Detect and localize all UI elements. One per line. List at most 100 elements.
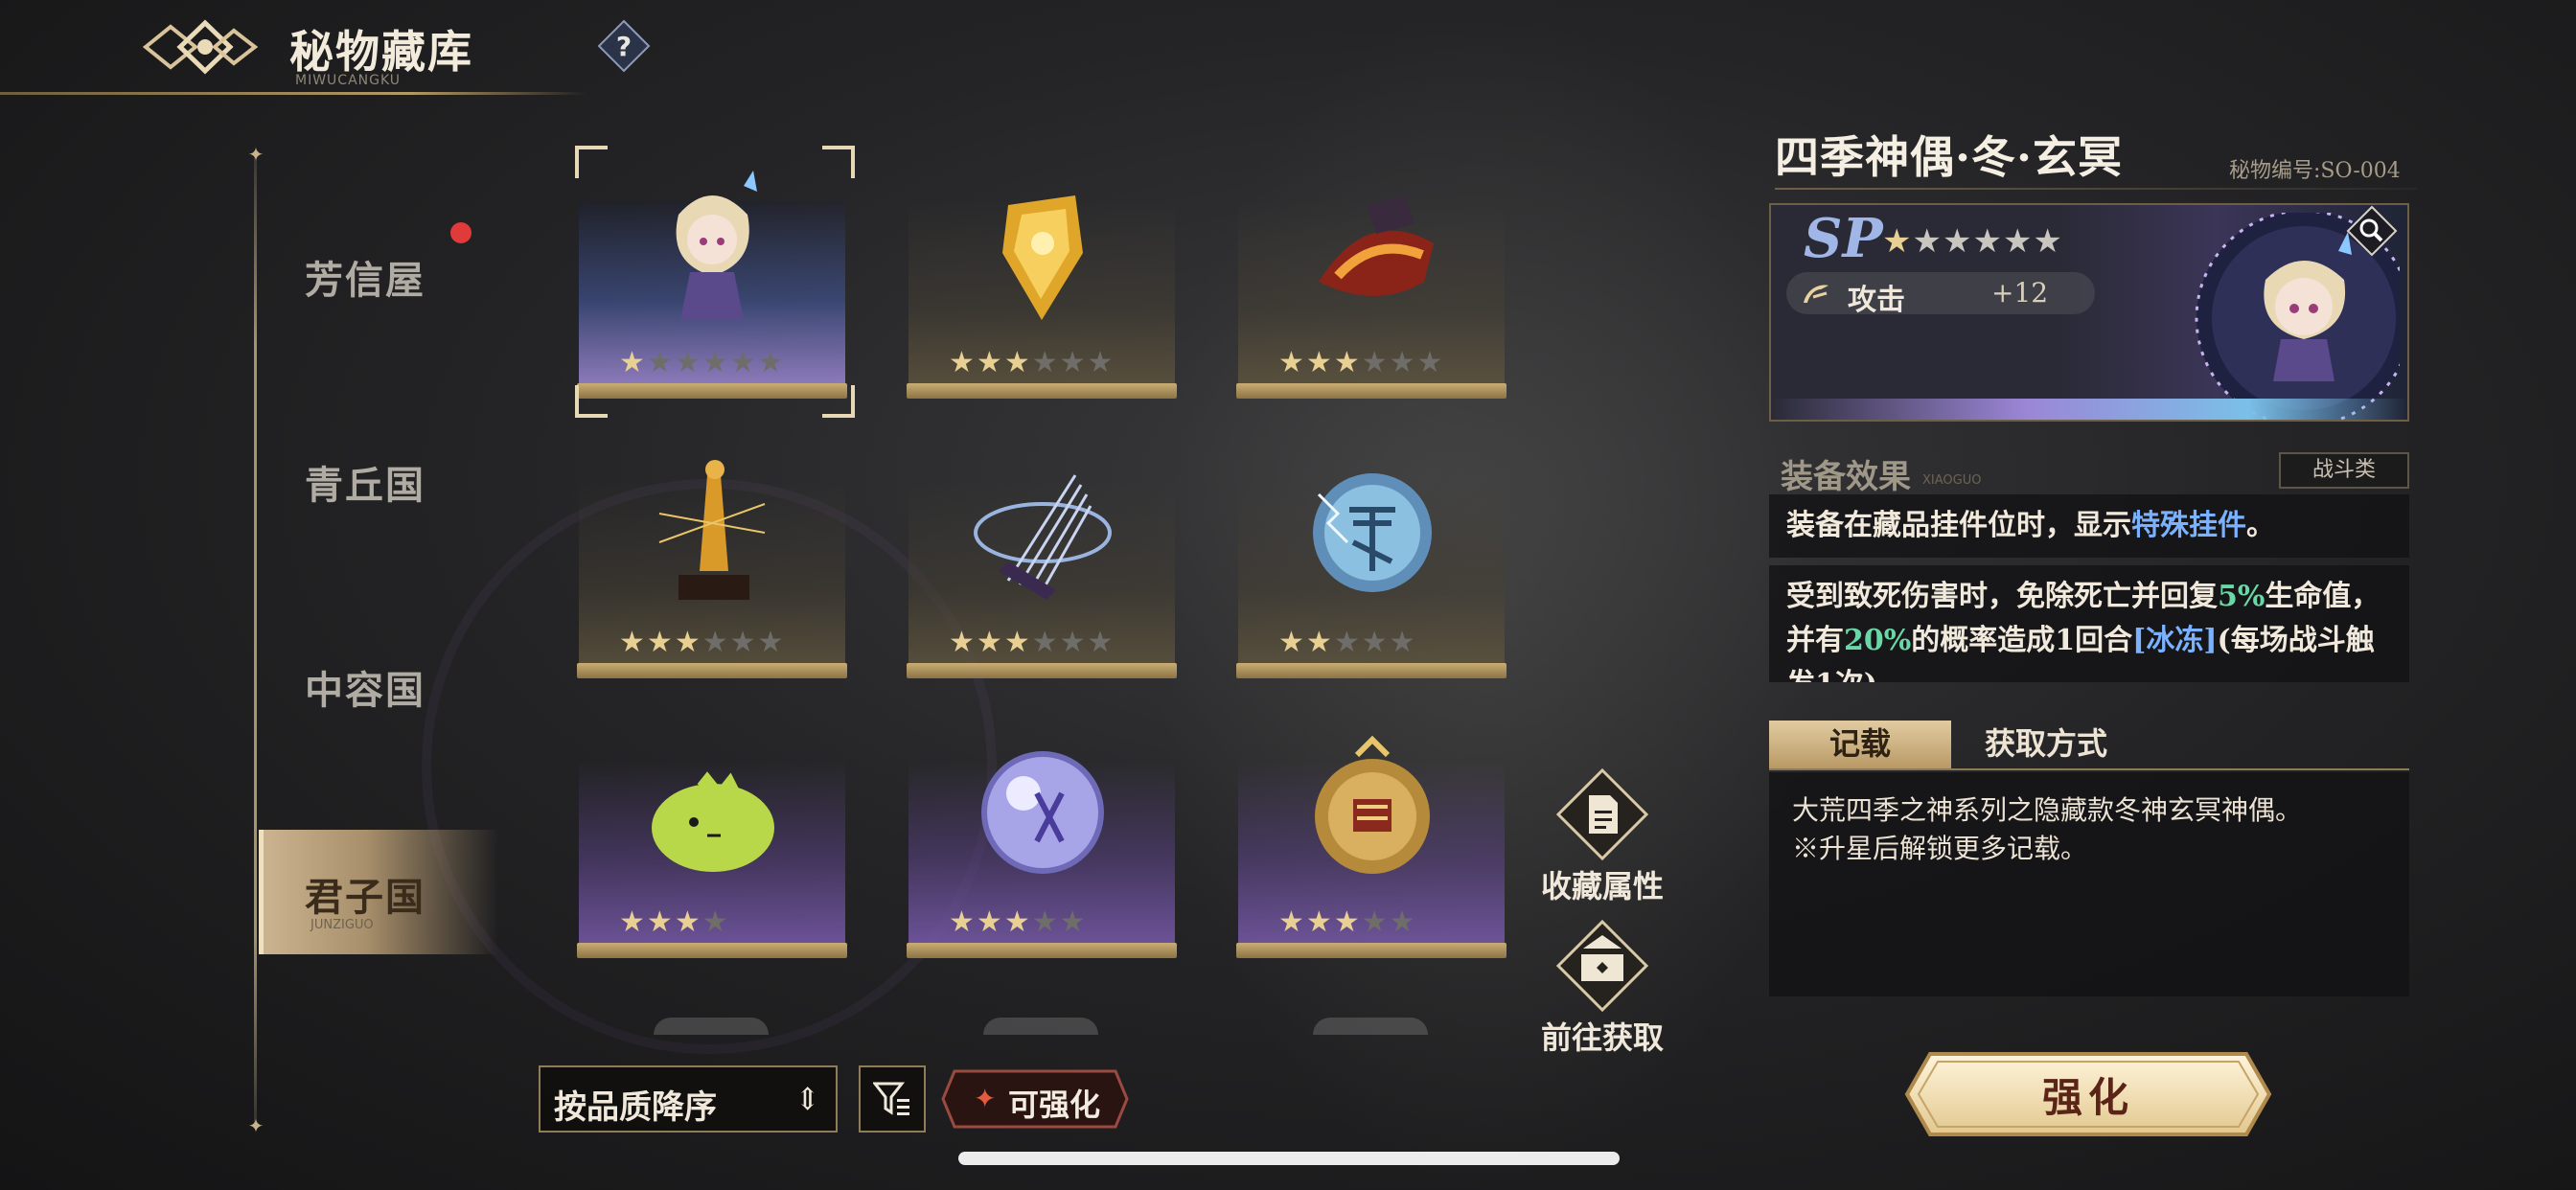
- upgrade-label: 强化: [2041, 1074, 2134, 1121]
- star-icon: ★: [2002, 222, 2034, 261]
- upgradable-label: 可强化: [1008, 1087, 1101, 1123]
- star-icon: ★: [1031, 905, 1060, 939]
- star-icon: ★: [674, 626, 702, 659]
- star-icon: ★: [1059, 905, 1088, 939]
- star-icon: ★: [1361, 346, 1390, 379]
- collection-item-fire-gauntlet[interactable]: ★★★★★★: [1236, 148, 1506, 399]
- collection-item-golden-medallion[interactable]: ★★★★★: [1236, 707, 1506, 958]
- tab-acquire[interactable]: 获取方式: [1955, 721, 2137, 768]
- stat-attack: 攻击 +12: [1786, 272, 2095, 317]
- crystal-ball-image: [981, 751, 1104, 874]
- collection-item-thunder-orb[interactable]: ★★★★★: [1236, 427, 1506, 678]
- star-icon: ★: [646, 626, 675, 659]
- record-line-1: 大荒四季之神系列之隐藏款冬神玄冥神偶。: [1792, 794, 2303, 826]
- star-icon: ★: [1003, 626, 1032, 659]
- nav-item-zhongrongguo[interactable]: 中容国: [259, 623, 498, 747]
- collection-item-amber-crystal[interactable]: ★★★★★★: [907, 148, 1177, 399]
- star-icon: ★: [976, 346, 1004, 379]
- golden-medallion-image: [1315, 735, 1430, 874]
- nav-item-label: 中容国: [305, 668, 426, 713]
- nav-item-label: 青丘国: [305, 463, 426, 508]
- effect-subheading: XIAOGUO: [1922, 473, 1982, 488]
- acquire-label: 前往获取: [1540, 1019, 1664, 1056]
- nav-item-qingqiuguo[interactable]: 青丘国: [259, 418, 498, 542]
- star-icon: ★: [1031, 346, 1060, 379]
- effect-text-1: 装备在藏品挂件位时，显示特殊挂件。: [1786, 509, 2275, 542]
- help-button[interactable]: ?: [597, 19, 651, 73]
- star-icon: ★: [1882, 222, 1913, 261]
- upgradable-filter-toggle[interactable]: ✦ 可强化: [941, 1069, 1129, 1129]
- nav-rail: [254, 153, 257, 1129]
- attributes-label: 收藏属性: [1540, 868, 1664, 904]
- record-line-2: ※升星后解锁更多记载。: [1792, 833, 2088, 864]
- sort-label: 按品质降序: [554, 1088, 717, 1127]
- item-stars: ★★★★★★: [1882, 222, 2063, 261]
- sort-arrow-icon: ⇕: [794, 1081, 820, 1117]
- effect-box-1: 装备在藏品挂件位时，显示特殊挂件。: [1769, 494, 2409, 558]
- item-stars: ★★★★★: [1278, 908, 1417, 937]
- collection-item-lyre-harp[interactable]: ★★★★★★: [907, 427, 1177, 678]
- star-icon: ★: [1031, 626, 1060, 659]
- page-subtitle: MIWUCANGKU: [295, 73, 402, 88]
- star-icon: ★: [949, 905, 977, 939]
- star-icon: ★: [949, 626, 977, 659]
- collection-item-crystal-ball[interactable]: ★★★★★: [907, 707, 1177, 958]
- item-stars: ★★★★★★: [619, 629, 785, 657]
- collection-item-partial[interactable]: [654, 1018, 769, 1035]
- nav-item-label: 芳信屋: [305, 258, 426, 303]
- acquire-button[interactable]: 前往获取: [1535, 918, 1669, 1062]
- item-stars: ★★★★★: [1278, 629, 1417, 657]
- upgrade-button[interactable]: 强化: [1903, 1048, 2273, 1140]
- star-icon: ★: [1912, 222, 1943, 261]
- item-shelf: [1236, 383, 1506, 399]
- attributes-button[interactable]: 收藏属性: [1535, 767, 1669, 910]
- nav-rail-bottom-ornament: ✦: [247, 1114, 264, 1137]
- star-icon: ★: [1333, 346, 1362, 379]
- item-shelf: [907, 943, 1177, 958]
- rank-badge: SP: [1804, 207, 1883, 270]
- card-glow: [1771, 399, 2407, 420]
- star-icon: ★: [1305, 346, 1334, 379]
- item-title: 四季神偶·冬·玄冥: [1775, 131, 2124, 183]
- effect-heading: 装备效果: [1781, 458, 1911, 496]
- star-icon: ★: [729, 626, 758, 659]
- attack-icon: [1804, 285, 1828, 303]
- item-shelf: [907, 383, 1177, 399]
- item-stars: ★★★★★★: [949, 349, 1115, 378]
- sort-dropdown[interactable]: 按品质降序 ⇕: [539, 1065, 838, 1133]
- emblem-icon: [142, 19, 259, 75]
- item-stars: ★★★★★: [949, 908, 1088, 937]
- collection-item-partial[interactable]: [1313, 1018, 1428, 1035]
- fire-gauntlet-image: [1319, 195, 1434, 296]
- collection-item-green-plush[interactable]: ★★★★: [577, 707, 847, 958]
- star-icon: ★: [1278, 905, 1306, 939]
- star-icon: ★: [976, 626, 1004, 659]
- header: 秘物藏库 MIWUCANGKU: [0, 0, 594, 96]
- nav-item-sublabel: JUNZIGUO: [310, 918, 374, 932]
- item-shelf: [1236, 663, 1506, 678]
- tab-record[interactable]: 记载: [1769, 721, 1951, 768]
- effect-box-2[interactable]: 受到致死伤害时，免除死亡并回复5%生命值，并有20%的概率造成1回合[冰冻](每…: [1769, 565, 2409, 682]
- star-icon: ★: [1416, 346, 1445, 379]
- star-icon: ★: [1087, 346, 1116, 379]
- page-title: 秘物藏库: [289, 26, 473, 78]
- nav-item-junziguo[interactable]: 君子国 JUNZIGUO: [259, 830, 498, 954]
- header-divider: [0, 92, 586, 95]
- filter-icon: [873, 1082, 909, 1115]
- star-icon: ★: [1003, 905, 1032, 939]
- collection-item-partial[interactable]: [983, 1018, 1098, 1035]
- star-icon: ★: [1389, 626, 1417, 659]
- item-card: SP ★★★★★★ 攻击 +12: [1769, 203, 2409, 422]
- nav-rail-top-ornament: ✦: [247, 143, 264, 166]
- star-icon: ★: [757, 626, 786, 659]
- nav-item-label: 君子国: [305, 875, 426, 920]
- star-icon: ★: [702, 905, 730, 939]
- filter-button[interactable]: [859, 1065, 926, 1133]
- star-icon: ★: [1278, 346, 1306, 379]
- collection-item-golden-statue[interactable]: ★★★★★★: [577, 427, 847, 678]
- star-icon: ★: [702, 626, 730, 659]
- star-icon: ★: [619, 626, 647, 659]
- document-icon: [1555, 767, 1649, 861]
- magnify-button[interactable]: [2346, 205, 2398, 257]
- record-box: 大荒四季之神系列之隐藏款冬神玄冥神偶。 ※升星后解锁更多记载。: [1769, 772, 2409, 996]
